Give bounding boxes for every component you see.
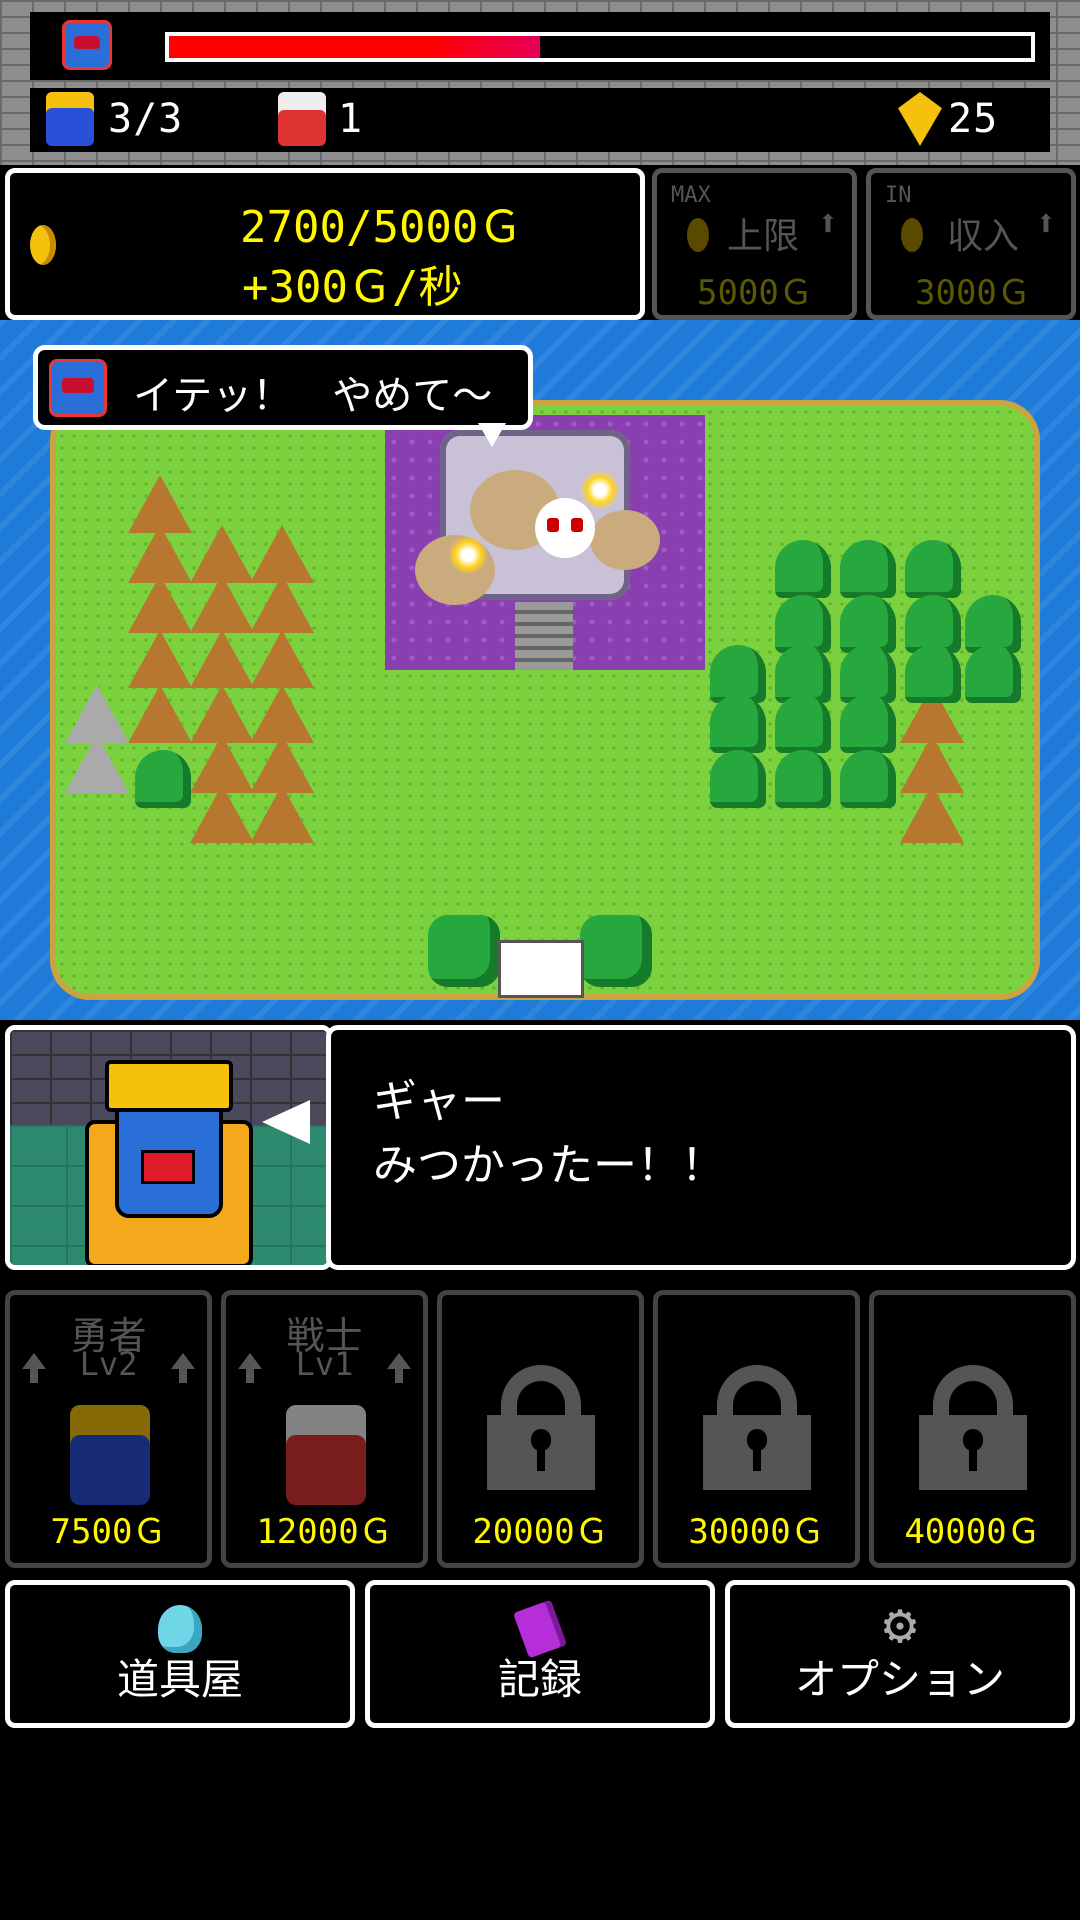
up-arrow-icon: ⬆ [817,203,839,244]
unit-card-locked[interactable]: 20000Ｇ [437,1290,644,1568]
dialog-tail [262,1100,310,1144]
up-arrow-icon [171,1353,195,1383]
shop-button[interactable]: 道具屋 [5,1580,355,1728]
dialog-line-2: みつかったー！！ [373,1140,725,1191]
tree [135,750,191,808]
mountain [250,785,314,843]
cap-label: 上限 [727,216,800,257]
boss-hp-row [30,12,1050,80]
tree [580,915,652,987]
lock-icon [487,1365,595,1490]
mountain [190,630,254,688]
mountain [190,785,254,843]
unit-price: 30000Ｇ [688,1512,825,1552]
up-arrow-icon [238,1353,262,1383]
tree [905,540,961,598]
tree [965,645,1021,703]
dialog-line-1: ギャー [373,1076,505,1127]
castle-stairs [515,602,573,670]
mountain [128,575,192,633]
map-speech-bubble: イテッ！ やめて〜 [33,345,533,447]
coin-icon [30,225,56,265]
dialog-box[interactable]: ギャー みつかったー！！ [326,1025,1076,1270]
gold-panel: 2700/5000Ｇ +300Ｇ/秒 [5,168,645,320]
hp-bar [165,32,1035,62]
explosion-spark [448,535,488,575]
tree [428,915,500,987]
up-arrow-icon [22,1353,46,1383]
top-hud: 3/3 1 25 [0,0,1080,165]
records-label: 記録 [497,1655,582,1704]
hero-count: 3/3 [108,96,184,142]
faith-count: 25 [948,96,999,142]
in-tag: IN [885,183,912,208]
lock-icon [703,1365,811,1490]
cap-price: 5000Ｇ [697,273,813,313]
tree [840,695,896,753]
demon-lord-sprite [75,1060,255,1265]
up-arrow-icon [387,1353,411,1383]
shop-label: 道具屋 [116,1655,243,1704]
mountain [250,630,314,688]
income-price: 3000Ｇ [915,273,1031,313]
gold-rate: +300Ｇ/秒 [242,262,463,313]
mountain [190,575,254,633]
gear-icon: ⚙ [883,1592,917,1657]
tree [775,540,831,598]
warrior-count: 1 [338,96,364,142]
mountain [128,685,192,743]
unit-card-locked[interactable]: 30000Ｇ [653,1290,860,1568]
coin-icon [901,218,923,252]
unit-card-warrior[interactable]: 戦士 Lv1 12000Ｇ [221,1290,428,1568]
smoke-cloud [590,510,660,570]
options-label: オプション [794,1655,1005,1704]
max-tag: MAX [671,183,711,208]
faith-icon [898,92,942,146]
coin-icon [687,218,709,252]
tree [905,645,961,703]
unit-price: 20000Ｇ [472,1512,609,1552]
hp-bar-fill [169,36,540,58]
demon-lord-portrait [5,1025,332,1270]
income-upgrade-button[interactable]: IN 収入 ⬆ 3000Ｇ [866,168,1076,320]
warrior-sprite [286,1405,366,1505]
tree [775,750,831,808]
rock [65,735,129,793]
tree [840,540,896,598]
tree [710,750,766,808]
party-status-row: 3/3 1 25 [30,88,1050,152]
lock-icon [919,1365,1027,1490]
hero-icon [46,92,94,146]
warrior-icon [278,92,326,146]
mountain [900,785,964,843]
unit-price: 40000Ｇ [904,1512,1041,1552]
hero-sprite [70,1405,150,1505]
mountain [250,575,314,633]
demon-lord-icon [49,359,107,417]
mountain [128,630,192,688]
speech-text: イテッ！ やめて〜 [133,373,493,419]
cap-upgrade-button[interactable]: MAX 上限 ⬆ 5000Ｇ [652,168,857,320]
up-arrow-icon: ⬆ [1035,203,1057,244]
unit-price: 7500Ｇ [50,1512,167,1552]
explosion-spark [580,470,620,510]
options-button[interactable]: ⚙ オプション [725,1580,1075,1728]
income-label: 収入 [947,216,1020,257]
gold-amount: 2700/5000Ｇ [240,202,523,253]
hero-castle[interactable] [498,940,584,998]
tree [710,695,766,753]
records-button[interactable]: 記録 [365,1580,715,1728]
demon-lord-icon [62,20,112,70]
unit-card-locked[interactable]: 40000Ｇ [869,1290,1076,1568]
tree [775,695,831,753]
unit-card-hero[interactable]: 勇者 Lv2 7500Ｇ [5,1290,212,1568]
unit-price: 12000Ｇ [256,1512,393,1552]
tree [840,750,896,808]
